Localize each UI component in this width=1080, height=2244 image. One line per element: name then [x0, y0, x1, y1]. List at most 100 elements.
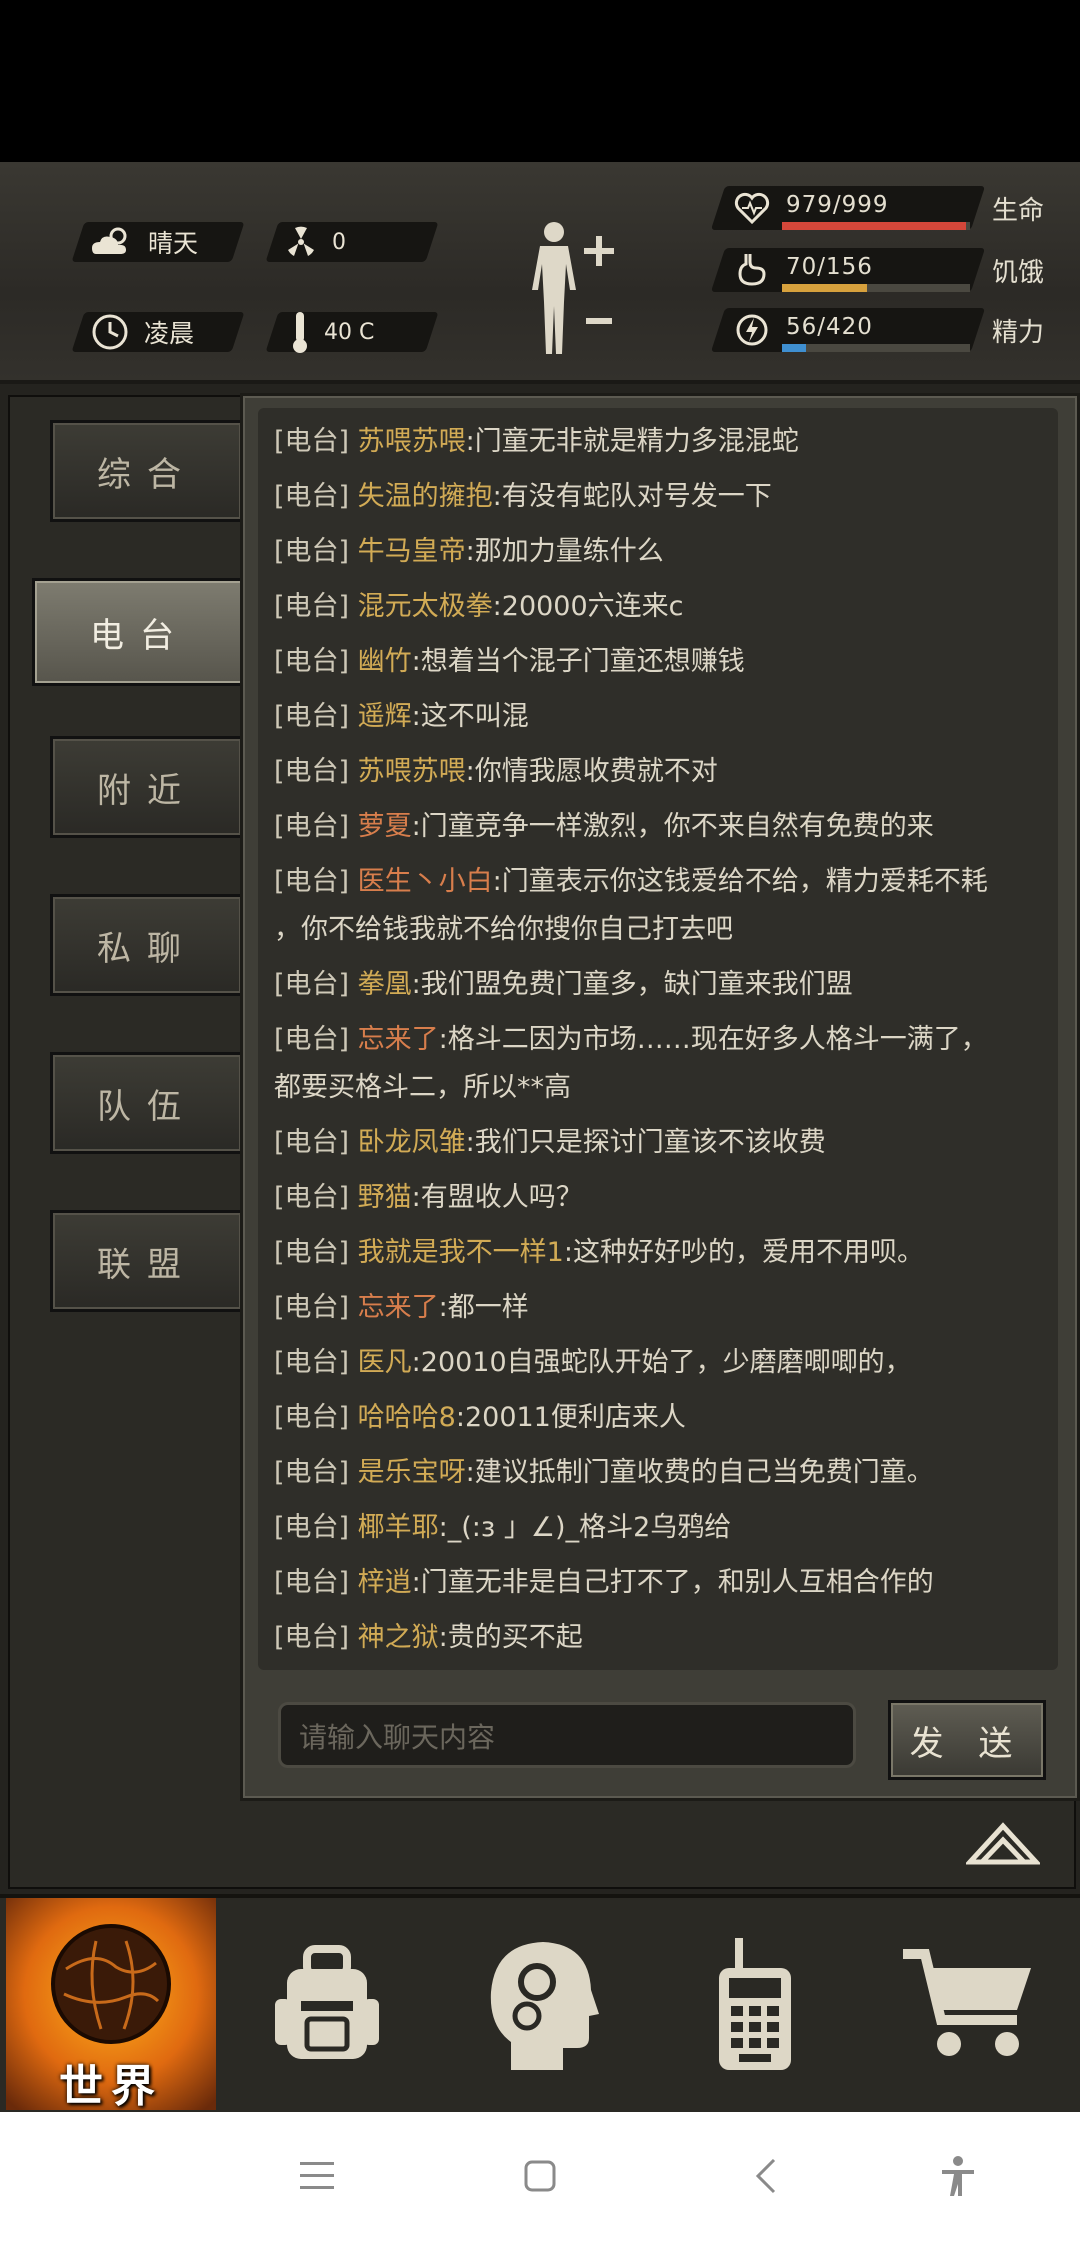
chat-text: :有盟收人吗？: [411, 1182, 583, 1213]
menu-icon[interactable]: [300, 2160, 334, 2192]
back-icon[interactable]: [754, 2158, 778, 2194]
channel-prefix: [电台]: [274, 1457, 350, 1488]
hunger-bar: [782, 284, 970, 292]
chat-nickname[interactable]: 忘来了: [358, 1292, 439, 1323]
chat-text-continued: ，你不给钱我就不给你搜你自己打去吧: [274, 914, 733, 945]
channel-prefix: [电台]: [274, 536, 350, 567]
nav-world-label: 世界: [59, 2061, 163, 2112]
chat-nickname[interactable]: 卧龙凤雏: [358, 1127, 466, 1158]
chat-text: :门童无非是自己打不了，和别人互相合作的: [411, 1567, 934, 1598]
tab-team[interactable]: 队伍: [50, 1052, 244, 1154]
chat-nickname[interactable]: 牛马皇帝: [358, 536, 466, 567]
chat-nickname[interactable]: 混元太极拳: [358, 591, 493, 622]
channel-prefix: [电台]: [274, 1402, 350, 1433]
chat-nickname[interactable]: 幽竹: [358, 646, 412, 677]
heart-icon: [734, 192, 770, 224]
stat-row-hunger: 70/156 饥饿: [710, 248, 1058, 292]
chat-nickname[interactable]: 医生丶小白: [358, 866, 493, 897]
channel-prefix: [电台]: [274, 1622, 350, 1653]
channel-prefix: [电台]: [274, 1292, 350, 1323]
chat-nickname[interactable]: 失温的擁抱: [358, 481, 493, 512]
chat-nickname[interactable]: 拳凰: [358, 969, 412, 1000]
channel-prefix: [电台]: [274, 1347, 350, 1378]
chat-nickname[interactable]: 野猫: [358, 1182, 412, 1213]
chat-nickname[interactable]: 萝夏: [358, 811, 412, 842]
nav-shop-button[interactable]: [864, 1898, 1074, 2110]
channel-prefix: [电台]: [274, 1182, 350, 1213]
energy-icon: [736, 314, 768, 346]
chat-message: [电台] 遥辉:这不叫混: [274, 693, 1054, 741]
chat-message: [电台] 苏喂苏喂:门童无非就是精力多混混蛇: [274, 418, 1054, 466]
accessibility-icon[interactable]: [940, 2156, 976, 2196]
character-body-icon[interactable]: [520, 218, 630, 358]
chat-nickname[interactable]: 我就是我不一样1: [358, 1237, 564, 1268]
channel-prefix: [电台]: [274, 701, 350, 732]
channel-prefix: [电台]: [274, 591, 350, 622]
tab-private[interactable]: 私聊: [50, 894, 244, 996]
energy-bar: [782, 344, 970, 352]
chat-input[interactable]: 请输入聊天内容: [278, 1702, 856, 1768]
chat-text: :那加力量练什么: [465, 536, 664, 567]
chat-nickname[interactable]: 苏喂苏喂: [358, 756, 466, 787]
tab-general[interactable]: 综合: [50, 420, 244, 522]
chat-text: :你情我愿收费就不对: [465, 756, 718, 787]
chat-message: [电台] 哈哈哈8:20011便利店来人: [274, 1394, 1054, 1442]
chat-text: :我们只是探讨门童该不该收费: [465, 1127, 826, 1158]
collapse-up-icon[interactable]: [966, 1818, 1040, 1868]
chat-text: :这不叫混: [411, 701, 529, 732]
chat-text: :这种好好吵的，爱用不用呗。: [563, 1237, 924, 1268]
hunger-value: 70/156: [786, 254, 873, 280]
channel-prefix: [电台]: [274, 426, 350, 457]
energy-bar-fill: [782, 344, 807, 352]
health-bar: [782, 222, 970, 230]
head-gears-icon: [490, 1942, 599, 2070]
chat-message: [电台] 卧龙凤雏:我们只是探讨门童该不该收费: [274, 1119, 1054, 1167]
send-button[interactable]: 发 送: [888, 1700, 1046, 1780]
health-label: 生命: [992, 196, 1045, 226]
hunger-label: 饥饿: [992, 258, 1045, 288]
chat-nickname[interactable]: 梓逍: [358, 1567, 412, 1598]
chat-message: [电台] 医生丶小白:门童表示你这钱爱给不给，精力爱耗不耗 ，你不给钱我就不给你搜…: [274, 858, 1054, 954]
chat-text: :20010自强蛇队开始了，少磨磨唧唧的，: [411, 1347, 912, 1378]
chat-message: [电台] 梓逍:门童无非是自己打不了，和别人互相合作的: [274, 1559, 1054, 1607]
chat-nickname[interactable]: 神之狱: [358, 1622, 439, 1653]
channel-prefix: [电台]: [274, 1567, 350, 1598]
nav-backpack-button[interactable]: [222, 1898, 432, 2110]
time-of-day-text: 凌晨: [144, 319, 195, 348]
chat-nickname[interactable]: 苏喂苏喂: [358, 426, 466, 457]
energy-value: 56/420: [786, 314, 873, 340]
chat-nickname[interactable]: 是乐宝呀: [358, 1457, 466, 1488]
stomach-icon: [738, 254, 766, 286]
chat-nickname[interactable]: 椰羊耶: [358, 1512, 439, 1543]
chat-text: :我们盟免费门童多，缺门童来我们盟: [411, 969, 853, 1000]
tab-alliance[interactable]: 联盟: [50, 1210, 244, 1312]
chat-nickname[interactable]: 忘来了: [358, 1024, 439, 1055]
chat-nickname[interactable]: 医凡: [358, 1347, 412, 1378]
nav-radio-button[interactable]: [650, 1898, 860, 2110]
channel-prefix: [电台]: [274, 1024, 350, 1055]
sun-cloud-icon: [92, 227, 127, 254]
channel-prefix: [电台]: [274, 481, 350, 512]
chat-text: :有没有蛇队对号发一下: [492, 481, 772, 512]
channel-prefix: [电台]: [274, 811, 350, 842]
tab-radio[interactable]: 电台: [32, 578, 248, 686]
chat-text-continued: 都要买格斗二，所以**高: [274, 1072, 571, 1103]
home-icon[interactable]: [524, 2160, 556, 2192]
chat-message: [电台] 神之狱:贵的买不起: [274, 1614, 1054, 1662]
chat-text: :贵的买不起: [438, 1622, 583, 1653]
channel-prefix: [电台]: [274, 1512, 350, 1543]
radiation-icon: [288, 226, 314, 256]
tab-nearby[interactable]: 附近: [50, 736, 244, 838]
chat-text: :门童竞争一样激烈，你不来自然有免费的来: [411, 811, 934, 842]
chat-text: :_(:з 」∠)_格斗2乌鸦给: [438, 1512, 732, 1543]
chat-message: [电台] 混元太极拳:20000六连来c: [274, 583, 1054, 631]
chat-message: [电台] 椰羊耶:_(:з 」∠)_格斗2乌鸦给: [274, 1504, 1054, 1552]
nav-skills-button[interactable]: [436, 1898, 646, 2110]
energy-label: 精力: [992, 318, 1045, 348]
chat-text: :格斗二因为市场……现在好多人格斗一满了，: [438, 1024, 988, 1055]
channel-prefix: [电台]: [274, 1237, 350, 1268]
channel-prefix: [电台]: [274, 646, 350, 677]
chat-nickname[interactable]: 遥辉: [358, 701, 412, 732]
chat-nickname[interactable]: 哈哈哈8: [358, 1402, 456, 1433]
chat-text: :20011便利店来人: [455, 1402, 686, 1433]
